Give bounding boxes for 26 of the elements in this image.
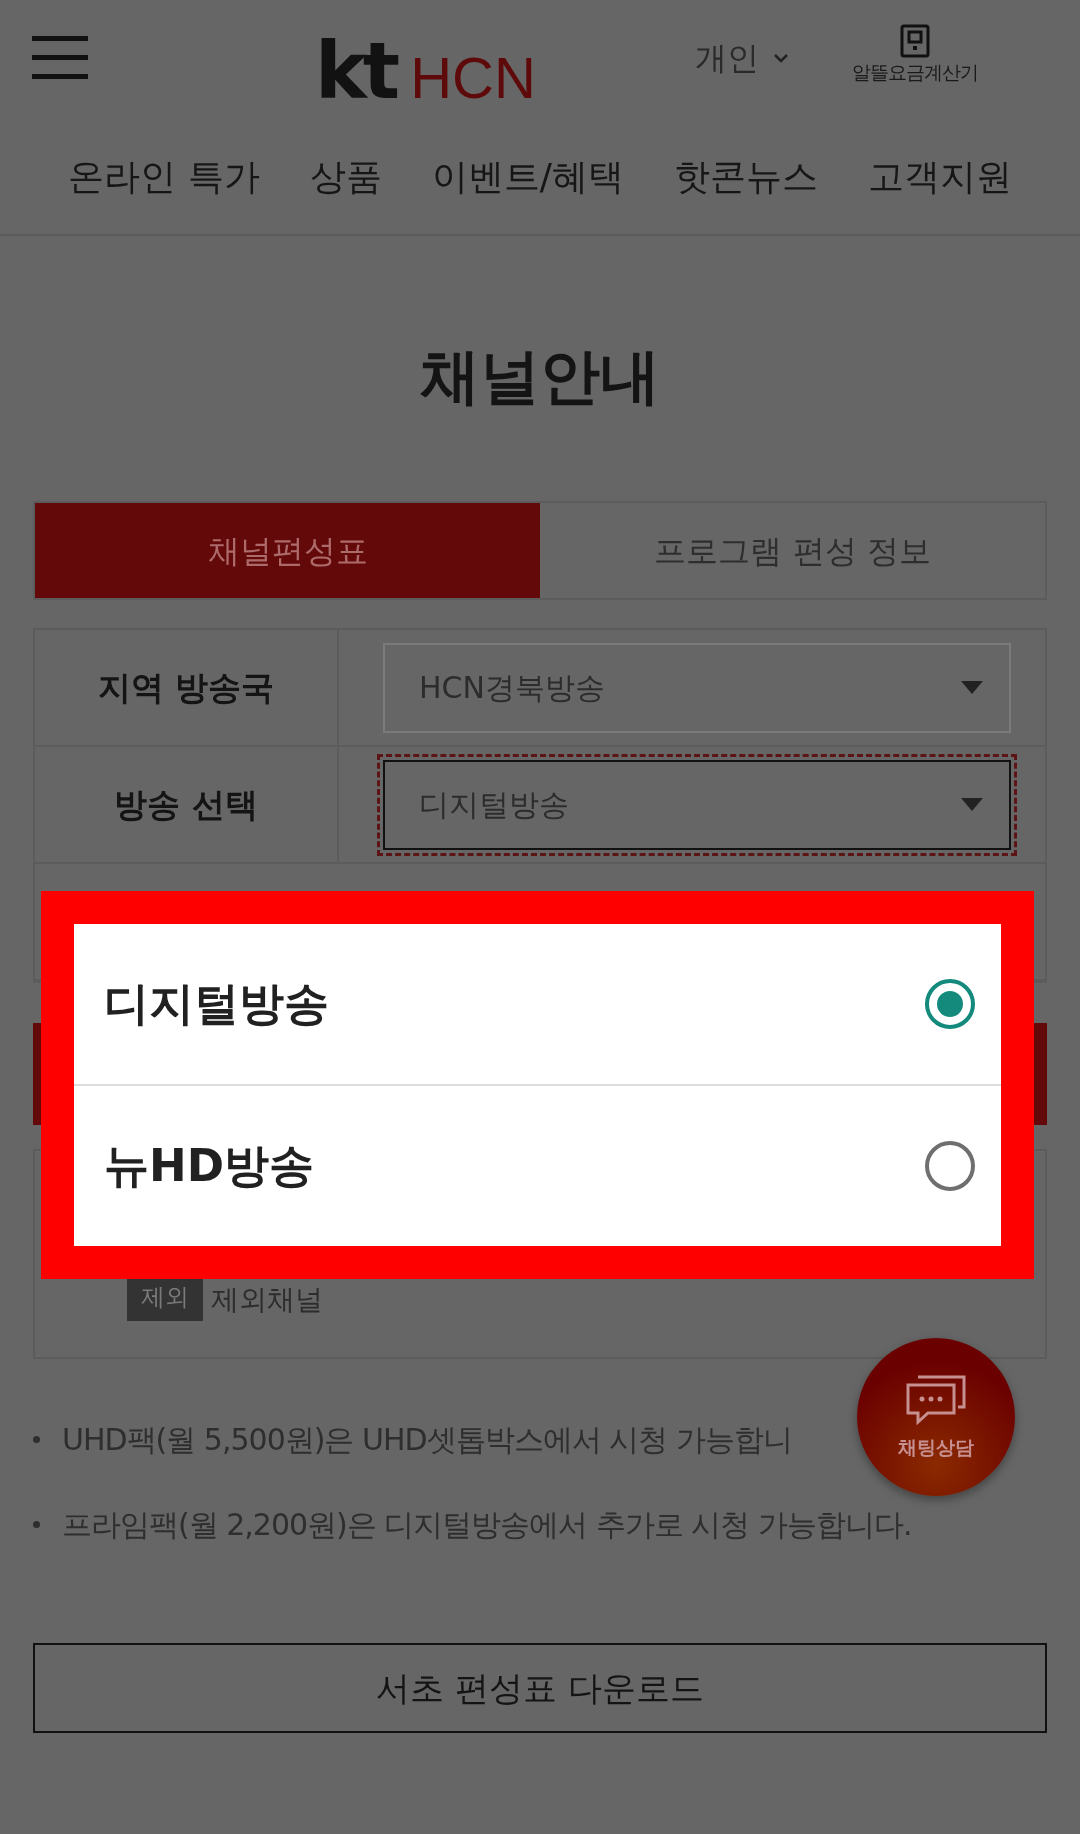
chevron-icon <box>773 53 789 63</box>
segment-dropdown[interactable]: 개인 <box>695 34 759 82</box>
legend-label: 제외채널 <box>211 1282 323 1318</box>
nav-link[interactable]: 이벤트/혜택 <box>431 150 624 204</box>
nav-link[interactable]: 고객지원 <box>867 150 1012 204</box>
select-field[interactable]: HCN경북방송 <box>383 642 1011 733</box>
note-text: 프라임팩(월 2,200원)은 디지털방송에서 추가로 시청 가능합니다. <box>62 1506 912 1544</box>
page-title: 채널안내 <box>419 346 661 406</box>
logo[interactable]: kt HCN <box>315 32 536 110</box>
calculator-label[interactable]: 알뜰요금계산기 <box>852 58 978 87</box>
row-label: 지역 방송국 <box>35 630 339 745</box>
bullet-icon <box>33 1521 40 1528</box>
bullet-icon <box>33 1436 40 1443</box>
tab[interactable]: 채널편성표 <box>35 503 540 598</box>
row-label: 방송 선택 <box>35 747 339 862</box>
note-text: UHD팩(월 5,500원)은 UHD셋톱박스에서 시청 가능합니 <box>62 1421 792 1459</box>
tab[interactable]: 프로그램 편성 정보 <box>540 503 1045 598</box>
download-button[interactable]: 서초 편성표 다운로드 <box>33 1643 1047 1733</box>
nav-link[interactable]: 상품 <box>309 150 382 204</box>
menu-icon[interactable] <box>32 36 88 80</box>
nav-link[interactable]: 온라인 특가 <box>68 150 260 204</box>
chat-button[interactable]: 채팅상담 <box>857 1338 1015 1496</box>
dropdown-arrow-icon <box>961 681 983 694</box>
calculator-icon[interactable] <box>900 24 930 58</box>
dropdown-arrow-icon <box>961 798 983 811</box>
nav-link[interactable]: 핫콘뉴스 <box>673 150 818 204</box>
